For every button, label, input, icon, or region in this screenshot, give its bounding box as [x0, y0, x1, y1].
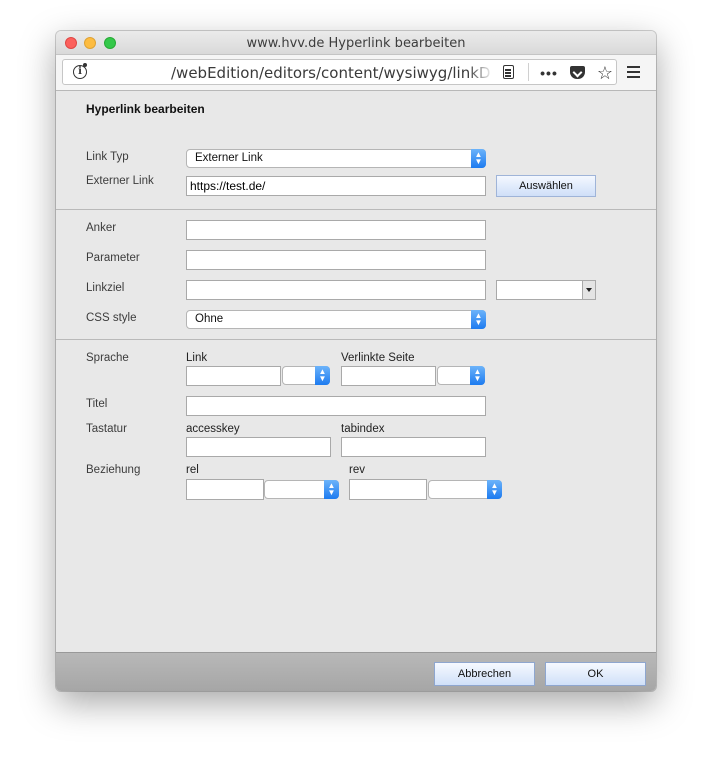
external-link-input[interactable]	[186, 176, 486, 196]
window-title: www.hvv.de Hyperlink bearbeiten	[246, 36, 466, 51]
language-link-label: Link	[186, 352, 208, 364]
reader-view-icon[interactable]	[499, 63, 519, 83]
select-arrows-icon: ▲ ▼	[315, 366, 330, 385]
rev-select[interactable]: ▲ ▼	[428, 480, 502, 499]
permission-dot-icon	[83, 63, 87, 67]
pocket-icon[interactable]	[568, 63, 588, 83]
bookmark-star-icon[interactable]: ☆	[595, 63, 615, 83]
select-arrows-icon: ▲ ▼	[471, 310, 486, 329]
select-arrows-icon: ▲ ▼	[471, 149, 486, 168]
link-target-input[interactable]	[186, 280, 486, 300]
anchor-input[interactable]	[186, 220, 486, 240]
select-arrows-icon: ▲ ▼	[487, 480, 502, 499]
page-actions-more-icon[interactable]: •••	[539, 63, 559, 83]
tabindex-input[interactable]	[341, 437, 486, 457]
navigation-toolbar: i /webEdition/editors/content/wysiwyg/li…	[56, 55, 656, 91]
language-linked-page-input[interactable]	[341, 366, 436, 386]
site-info-icon[interactable]: i	[73, 65, 87, 79]
dialog-heading: Hyperlink bearbeiten	[86, 102, 205, 116]
address-bar[interactable]: i /webEdition/editors/content/wysiwyg/li…	[62, 59, 617, 85]
keyboard-label: Tastatur	[86, 423, 127, 435]
language-link-input[interactable]	[186, 366, 281, 386]
rel-label: rel	[186, 464, 199, 476]
url-text[interactable]: /webEdition/editors/content/wysiwyg/link…	[171, 64, 491, 82]
rel-select[interactable]: ▲ ▼	[264, 480, 339, 499]
tabindex-label: tabindex	[341, 423, 385, 435]
title-label: Titel	[86, 398, 108, 410]
link-type-label: Link Typ	[86, 151, 129, 163]
accesskey-input[interactable]	[186, 437, 331, 457]
dialog-footer: Abbrechen OK	[56, 652, 656, 691]
divider	[56, 209, 656, 210]
url-fade	[468, 61, 493, 83]
rel-input[interactable]	[186, 479, 264, 500]
link-type-value: Externer Link	[195, 152, 263, 164]
relation-label: Beziehung	[86, 464, 141, 476]
select-link-button[interactable]: Auswählen	[496, 175, 596, 197]
dialog-content: Hyperlink bearbeiten Link Typ Externer L…	[56, 91, 656, 652]
cancel-button[interactable]: Abbrechen	[434, 662, 535, 686]
link-target-select[interactable]	[496, 280, 596, 300]
hamburger-menu-icon[interactable]	[627, 66, 640, 78]
rev-input[interactable]	[349, 479, 427, 500]
accesskey-label: accesskey	[186, 423, 240, 435]
language-link-select[interactable]: ▲ ▼	[282, 366, 330, 385]
external-link-label: Externer Link	[86, 175, 154, 187]
css-style-label: CSS style	[86, 312, 137, 324]
link-type-select[interactable]: Externer Link ▲ ▼	[186, 149, 486, 168]
anchor-label: Anker	[86, 222, 117, 234]
language-linked-page-label: Verlinkte Seite	[341, 352, 415, 364]
divider	[56, 339, 656, 340]
css-style-value: Ohne	[195, 313, 224, 325]
browser-window: www.hvv.de Hyperlink bearbeiten i /webEd…	[56, 31, 656, 691]
rev-label: rev	[349, 464, 365, 476]
language-linked-page-select[interactable]: ▲ ▼	[437, 366, 485, 385]
parameter-input[interactable]	[186, 250, 486, 270]
title-bar: www.hvv.de Hyperlink bearbeiten	[56, 31, 656, 55]
url-separator	[528, 63, 529, 81]
language-label: Sprache	[86, 352, 129, 364]
link-target-label: Linkziel	[86, 282, 125, 294]
ok-button[interactable]: OK	[545, 662, 646, 686]
css-style-select[interactable]: Ohne ▲ ▼	[186, 310, 486, 329]
select-arrows-icon: ▲ ▼	[470, 366, 485, 385]
select-arrows-icon: ▲ ▼	[324, 480, 339, 499]
dropdown-arrow-icon	[582, 281, 595, 299]
parameter-label: Parameter	[86, 252, 140, 264]
title-input[interactable]	[186, 396, 486, 416]
